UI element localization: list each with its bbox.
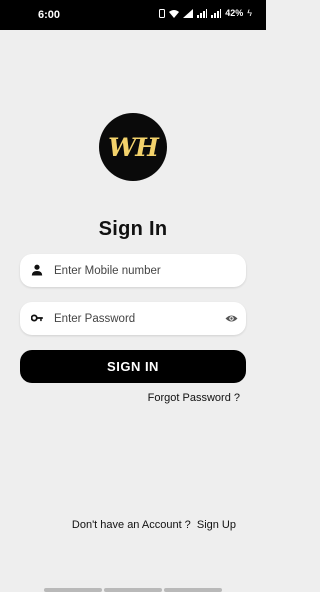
sign-in-button[interactable]: SIGN IN	[20, 350, 246, 383]
vibrate-icon	[159, 8, 166, 18]
mobile-input[interactable]	[54, 254, 214, 287]
nav-handle-segment	[44, 588, 102, 592]
eye-icon[interactable]	[225, 312, 238, 325]
status-icons: 42% ϟ	[159, 8, 252, 18]
signal-icon	[211, 8, 222, 18]
navigation-handle	[44, 588, 222, 592]
signal-icon	[197, 8, 208, 18]
person-icon	[31, 264, 43, 276]
sign-up-link[interactable]: Sign Up	[197, 519, 236, 531]
wifi-icon	[169, 9, 180, 18]
page-title: Sign In	[98, 218, 168, 240]
signup-prompt: Don't have an Account ?	[71, 519, 191, 531]
status-time: 6:00	[38, 9, 61, 21]
forgot-password-link[interactable]: Forgot Password ?	[148, 392, 240, 404]
nav-handle-segment	[104, 588, 162, 592]
mobile-field[interactable]	[20, 254, 246, 287]
nav-handle-segment	[164, 588, 222, 592]
password-field[interactable]	[20, 302, 246, 335]
volte-icon	[183, 8, 194, 18]
battery-charging-icon: ϟ	[247, 8, 252, 18]
logo-text: WH	[108, 132, 159, 162]
status-bar: 6:00 42% ϟ	[0, 0, 266, 30]
signup-row: Don't have an Account ? Sign Up	[72, 519, 236, 531]
password-input[interactable]	[54, 302, 214, 335]
app-logo: WH	[99, 113, 167, 181]
battery-level: 42%	[225, 8, 244, 18]
key-icon	[31, 314, 43, 322]
